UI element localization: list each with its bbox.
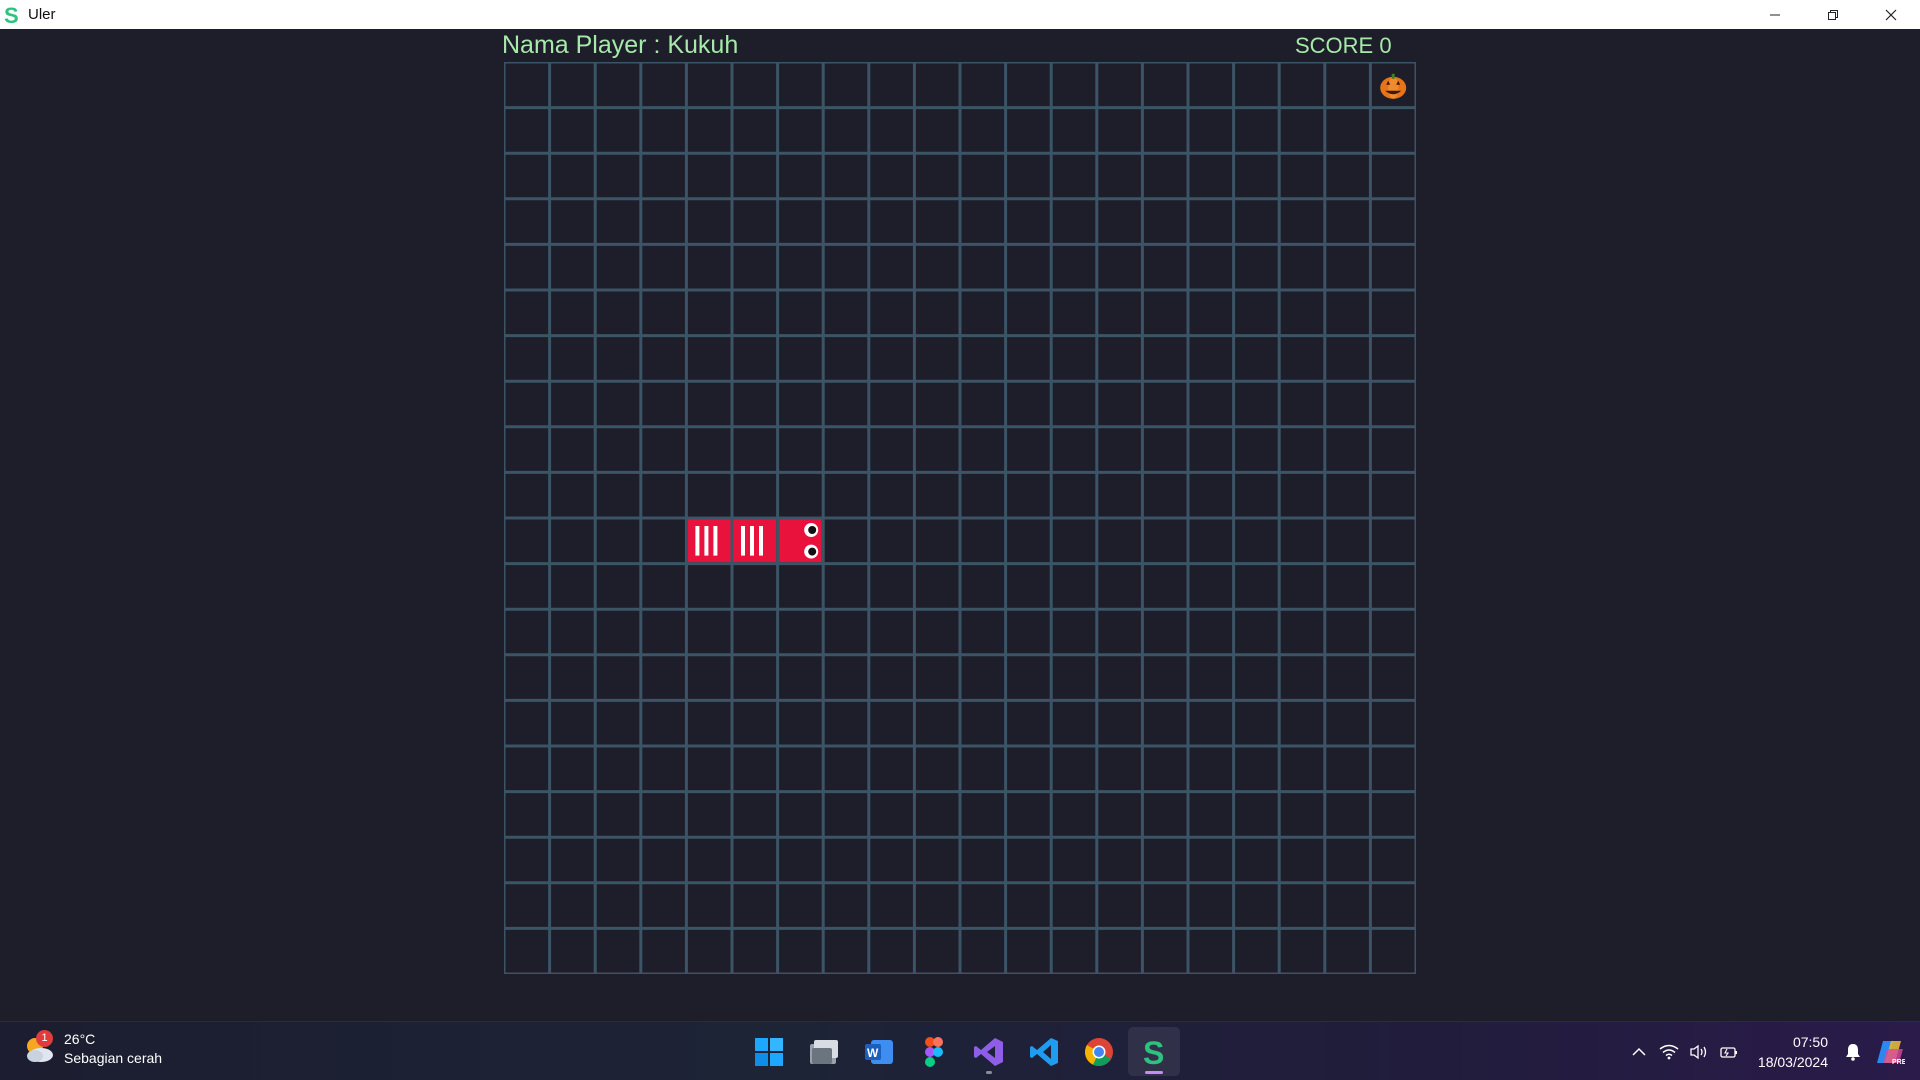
pumpkin-icon — [1380, 73, 1407, 99]
system-clock[interactable]: 07:50 18/03/2024 — [1758, 1032, 1828, 1072]
taskbar-uler-app[interactable]: S — [1128, 1027, 1180, 1076]
game-area: Nama Player : Kukuh SCORE 0 — [0, 29, 1920, 1021]
active-indicator — [1145, 1071, 1163, 1074]
svg-text:S: S — [4, 4, 19, 26]
battery-icon[interactable] — [1714, 1037, 1744, 1067]
vscode-icon — [1030, 1037, 1058, 1066]
snake-pupil — [808, 526, 817, 534]
window-title: Uler — [28, 6, 56, 23]
notification-badge: 1 — [36, 1030, 53, 1047]
weather-desc: Sebagian cerah — [64, 1050, 163, 1066]
game-board[interactable] — [504, 62, 1416, 974]
wifi-icon[interactable] — [1654, 1037, 1684, 1067]
s-logo-icon: S — [4, 4, 22, 26]
restore-button[interactable] — [1804, 0, 1862, 29]
snake-stripe — [704, 526, 709, 556]
clock-time: 07:50 — [1792, 1033, 1828, 1050]
volume-icon[interactable] — [1684, 1037, 1714, 1067]
figma-icon — [925, 1036, 943, 1067]
svg-text:W: W — [867, 1046, 879, 1060]
weather-widget[interactable]: 1 26°C Sebagian cerah — [22, 1030, 162, 1068]
minimize-button[interactable] — [1746, 0, 1804, 29]
clock-date: 18/03/2024 — [1757, 1053, 1828, 1070]
taskbar-word[interactable]: W — [853, 1027, 905, 1076]
player-name: Nama Player : Kukuh — [502, 31, 739, 59]
file-explorer-icon — [810, 1039, 838, 1064]
close-button[interactable] — [1862, 0, 1920, 29]
chrome-icon — [1084, 1037, 1113, 1066]
close-icon — [1885, 9, 1897, 20]
start-button[interactable] — [743, 1027, 795, 1076]
partly-cloudy-icon: 1 — [22, 1030, 56, 1066]
snake-body-segment — [733, 519, 777, 563]
taskbar-file-explorer[interactable] — [798, 1027, 850, 1076]
svg-text:PRE: PRE — [1892, 1059, 1905, 1066]
taskbar-figma[interactable] — [908, 1027, 960, 1076]
svg-text:S: S — [1143, 1036, 1164, 1068]
word-icon: W — [865, 1039, 893, 1064]
copilot-icon[interactable]: PRE — [1868, 1037, 1912, 1067]
chevron-up-icon[interactable] — [1624, 1037, 1654, 1067]
visual-studio-icon — [974, 1037, 1003, 1066]
taskbar-visual-studio[interactable] — [963, 1027, 1015, 1076]
taskbar-vscode[interactable] — [1018, 1027, 1070, 1076]
weather-temp: 26°C — [64, 1031, 96, 1047]
notification-bell-icon[interactable] — [1838, 1037, 1868, 1067]
snake-stripe — [759, 526, 763, 556]
snake-pupil — [808, 547, 817, 556]
snake-stripe — [741, 526, 745, 556]
score-label: SCORE 0 — [1295, 33, 1392, 58]
windows-start-icon — [755, 1037, 783, 1066]
snake-stripe — [750, 526, 754, 556]
uler-app-icon: S — [1143, 1036, 1164, 1068]
minimize-icon — [1770, 14, 1780, 15]
snake-stripe — [695, 526, 700, 556]
taskbar-chrome[interactable] — [1073, 1027, 1125, 1076]
running-indicator — [986, 1071, 992, 1074]
taskbar: 1 26°C Sebagian cerah W S 07:50 18/03/20… — [0, 1021, 1920, 1080]
snake-stripe — [713, 526, 718, 556]
restore-icon — [1828, 9, 1838, 20]
snake-body-segment — [687, 519, 731, 563]
title-bar: S Uler — [0, 0, 1920, 29]
